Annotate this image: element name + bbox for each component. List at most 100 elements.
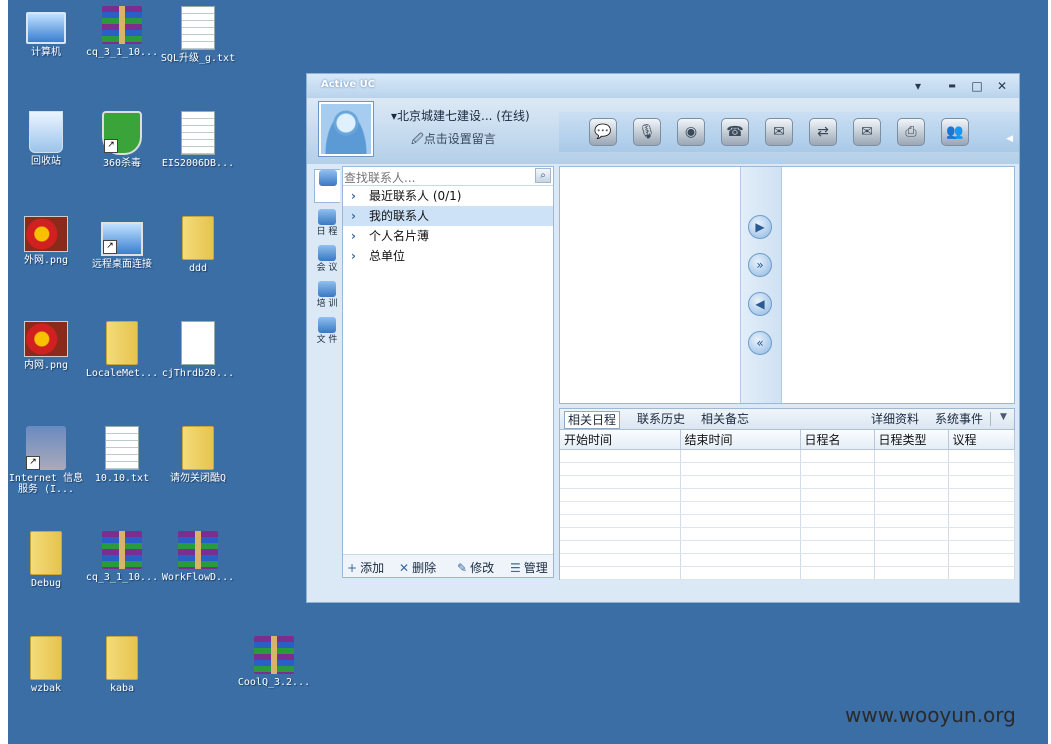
folder-icon (30, 531, 62, 575)
sidebar-schedule-button[interactable]: 日 程 (314, 209, 340, 243)
move-all-right-button[interactable]: » (748, 253, 772, 277)
contact-group[interactable]: › 我的联系人 (343, 206, 553, 226)
contact-group-label: 个人名片薄 (369, 229, 430, 243)
text-file-icon (181, 321, 215, 365)
desktop-icon[interactable]: ddd (160, 216, 236, 274)
desktop-icon[interactable]: cq_3_1_10... (84, 531, 160, 583)
tab-0[interactable]: 相关日程 (564, 411, 621, 429)
minimize-button[interactable]: ▬ (943, 78, 961, 94)
folder-icon (30, 636, 62, 680)
move-all-left-button[interactable]: « (748, 331, 772, 355)
desktop-icon[interactable]: 回收站 (8, 111, 84, 167)
desktop-icon[interactable]: 请勿关闭酷Q (160, 426, 236, 484)
table-cell (800, 475, 875, 489)
image-file-icon (24, 216, 68, 252)
print-icon[interactable]: ⎙ (897, 118, 925, 146)
desktop-icon-label: 远程桌面连接 (92, 259, 152, 270)
desktop-icon[interactable]: ↗ Internet 信息服务 (I... (8, 426, 84, 495)
move-right-button[interactable]: ▶ (748, 215, 772, 239)
table-row (560, 449, 1015, 463)
contact-group[interactable]: › 个人名片薄 (343, 226, 553, 246)
desktop-icon-label: LocaleMet... (85, 368, 159, 379)
transfer-buttons: ▶ » ◀ « (740, 167, 782, 403)
table-cell (800, 566, 875, 580)
edit-button[interactable]: ✎ 修改 (457, 559, 494, 576)
broadcast-icon[interactable]: 🎙 (633, 118, 661, 146)
desktop-icon[interactable]: CoolQ_3.2... (236, 636, 312, 688)
contact-group-label: 我的联系人 (369, 209, 430, 223)
desktop-icon[interactable]: 外网.png (8, 216, 84, 266)
chevron-right-icon[interactable]: › (351, 206, 363, 226)
desktop-icon[interactable]: cq_3_1_10... (84, 6, 160, 58)
table-cell (560, 527, 681, 541)
add-button[interactable]: + 添加 (347, 559, 384, 576)
desktop-icon[interactable]: 10.10.txt (84, 426, 160, 484)
close-button[interactable]: ✕ (993, 78, 1011, 94)
contact-group[interactable]: › 最近联系人 (0/1) (343, 186, 553, 206)
tab-right-0[interactable]: 详细资料 (868, 411, 922, 427)
desktop-icon[interactable]: SQL升级_g.txt (160, 6, 236, 64)
desktop-icon[interactable]: wzbak (8, 636, 84, 694)
table-cell (948, 514, 1015, 528)
toolbar-scroll-icon[interactable]: ◀ (1006, 134, 1013, 144)
desktop-icon-label: cq_3_1_10... (85, 572, 159, 583)
archive-icon (178, 531, 218, 569)
desktop-icon[interactable]: 内网.png (8, 321, 84, 371)
contact-search-input[interactable] (344, 170, 529, 186)
image-file-icon (24, 321, 68, 357)
move-left-button[interactable]: ◀ (748, 292, 772, 316)
chevron-down-icon[interactable]: ▼ (1000, 412, 1007, 422)
user-status[interactable]: ▾北京城建七建设... (在线) (391, 107, 530, 124)
sidebar-meeting-button[interactable]: 会 议 (314, 245, 340, 279)
column-header[interactable]: 议程 (948, 430, 1015, 450)
search-icon[interactable]: ⌕ (535, 168, 551, 183)
title-bar[interactable]: Active UC ▾ ▬ □ ✕ (307, 74, 1019, 98)
webcam-icon[interactable]: ◉ (677, 118, 705, 146)
column-header[interactable]: 日程名 (800, 430, 875, 450)
chevron-right-icon[interactable]: › (351, 226, 363, 246)
desktop-icon[interactable]: LocaleMet... (84, 321, 160, 379)
manage-button[interactable]: ☰ 管理 (510, 559, 548, 576)
transfer-icon[interactable]: ⇄ (809, 118, 837, 146)
phone-icon[interactable]: ☎ (721, 118, 749, 146)
desktop-icon[interactable]: ↗ 360杀毒 (84, 111, 160, 169)
avatar[interactable] (319, 102, 373, 156)
sidebar-label: 培 训 (316, 299, 338, 309)
maximize-button[interactable]: □ (968, 78, 986, 94)
mail-icon[interactable]: ✉ (853, 118, 881, 146)
chevron-right-icon[interactable]: › (351, 246, 363, 266)
column-header[interactable]: 日程类型 (874, 430, 949, 450)
desktop-icon[interactable]: 计算机 (8, 6, 84, 58)
contact-group[interactable]: › 总单位 (343, 246, 553, 266)
sidebar-training-button[interactable]: 培 训 (314, 281, 340, 315)
desktop-icon[interactable]: Debug (8, 531, 84, 589)
tab-2[interactable]: 相关备忘 (698, 411, 752, 427)
chevron-right-icon[interactable]: › (351, 186, 363, 206)
sidebar-contacts-button[interactable] (314, 169, 340, 203)
desktop-icon[interactable]: kaba (84, 636, 160, 694)
shortcut-arrow-icon: ↗ (104, 139, 118, 153)
desktop-icon[interactable]: WorkFlowD... (160, 531, 236, 583)
column-header[interactable]: 开始时间 (560, 430, 681, 450)
tab-1[interactable]: 联系历史 (634, 411, 688, 427)
table-cell (874, 566, 949, 580)
desktop-icon[interactable]: ↗ 远程桌面连接 (84, 216, 160, 270)
sidebar-file-button[interactable]: 文 件 (314, 317, 340, 351)
column-header[interactable]: 结束时间 (680, 430, 801, 450)
chat-icon[interactable]: 💬 (589, 118, 617, 146)
table-cell (560, 566, 681, 580)
set-message-link[interactable]: 🖉点击设置留言 (411, 130, 496, 151)
window-menu-button[interactable]: ▾ (909, 78, 927, 94)
sms-icon[interactable]: ✉ (765, 118, 793, 146)
table-cell (680, 566, 801, 580)
tab-right-1[interactable]: 系统事件 (932, 411, 986, 427)
group-icon[interactable]: 👥 (941, 118, 969, 146)
desktop-icon[interactable]: EIS2006DB... (160, 111, 236, 169)
delete-button[interactable]: ✕ 删除 (399, 559, 436, 576)
edit-icon: ✎ (457, 561, 468, 575)
table-cell (874, 553, 949, 567)
table-cell (948, 540, 1015, 554)
desktop-icon[interactable]: cjThrdb20... (160, 321, 236, 379)
user-header: ▾北京城建七建设... (在线) 🖉点击设置留言 ◀ 💬 🎙 ◉ ☎ ✉ ⇄ ✉ ⎙ 👥 (307, 98, 1019, 164)
archive-icon (102, 531, 142, 569)
